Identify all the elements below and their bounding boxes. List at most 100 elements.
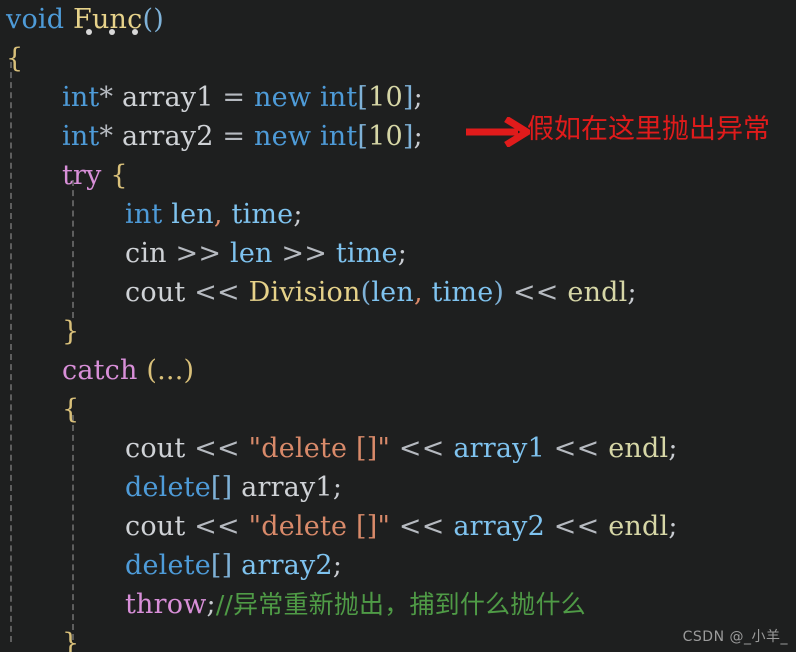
keyword-int: int [125, 199, 163, 230]
identifier-cout: cout [125, 433, 186, 464]
operator-shift-left: << [194, 277, 240, 308]
keyword-void: void [6, 4, 65, 35]
number-10: 10 [368, 121, 403, 152]
identifier-time: time [335, 238, 398, 269]
catch-ellipsis-args: (...) [146, 355, 195, 386]
keyword-delete: delete [125, 550, 211, 581]
identifier-array1: array1 [241, 472, 333, 503]
bracket-close: ] [402, 82, 414, 113]
identifier-endl: endl [608, 511, 669, 542]
code-line-cout-del1[interactable]: cout << "delete []" << array1 << endl; [0, 429, 796, 468]
string-literal-delete: "delete []" [248, 511, 391, 542]
code-line-catch-close[interactable]: } [0, 624, 796, 652]
paren-right: ) [493, 277, 505, 308]
code-line-len-time-decl[interactable]: int len, time; [0, 195, 796, 234]
identifier-array2: array2 [453, 511, 545, 542]
identifier-array2: array2 [241, 550, 333, 581]
keyword-new: new [254, 121, 312, 152]
code-line-cout-division[interactable]: cout << Division(len, time) << endl; [0, 273, 796, 312]
semicolon: ; [332, 472, 343, 503]
operator-star: * [99, 82, 114, 113]
keyword-try: try [62, 160, 102, 191]
code-line-catch-open[interactable]: { [0, 390, 796, 429]
operator-shift-left: << [398, 433, 445, 464]
keyword-int-2: int [319, 82, 358, 113]
brace-open-function: { [6, 43, 24, 74]
identifier-time: time [231, 199, 294, 230]
code-line-delete1[interactable]: delete[] array1; [0, 468, 796, 507]
identifier-array1: array1 [453, 433, 545, 464]
identifier-len: len [171, 199, 214, 230]
semicolon: ; [206, 589, 216, 620]
keyword-catch: catch [62, 355, 138, 386]
code-line-try-open[interactable]: try { [0, 156, 796, 195]
keyword-int: int [62, 121, 100, 152]
code-line-throw-rethrow[interactable]: throw;//异常重新抛出，捕到什么抛什么 [0, 585, 796, 624]
brace-close-catch: } [62, 628, 80, 652]
annotation-text: 假如在这里抛出异常 [527, 114, 770, 145]
identifier-array1: array1 [121, 82, 214, 113]
code-line-try-close[interactable]: } [0, 312, 796, 351]
keyword-throw: throw [125, 589, 207, 620]
semicolon: ; [627, 277, 637, 308]
operator-assign: = [222, 82, 246, 113]
code-line-cout-del2[interactable]: cout << "delete []" << array2 << endl; [0, 507, 796, 546]
operator-shift-left: << [553, 433, 600, 464]
keyword-new: new [254, 82, 312, 113]
identifier-array2: array2 [121, 121, 214, 152]
semicolon: ; [413, 82, 423, 113]
operator-shift-left: << [194, 433, 240, 464]
code-line-cin-read[interactable]: cin >> len >> time; [0, 234, 796, 273]
identifier-cout: cout [125, 277, 186, 308]
identifier-cin: cin [125, 238, 167, 269]
semicolon: ; [413, 121, 423, 152]
semicolon: ; [397, 238, 408, 269]
operator-shift-left: << [398, 511, 445, 542]
empty-brackets: [] [210, 550, 233, 581]
operator-shift-left: << [194, 511, 240, 542]
parens-empty: () [142, 4, 164, 35]
keyword-delete: delete [125, 472, 211, 503]
operator-shift-right: >> [175, 238, 222, 269]
operator-shift-left: << [553, 511, 600, 542]
code-line-open-brace[interactable]: { [0, 39, 796, 78]
keyword-int-2: int [319, 121, 358, 152]
identifier-len: len [371, 277, 414, 308]
identifier-time: time [431, 277, 494, 308]
identifier-cout: cout [125, 511, 186, 542]
code-line-delete2[interactable]: delete[] array2; [0, 546, 796, 585]
paren-left: ( [360, 277, 372, 308]
code-block: void Func() { int* array1 = new int[10];… [0, 0, 796, 652]
brace-close-try: } [62, 316, 80, 347]
operator-shift-right: >> [281, 238, 328, 269]
function-name-division: Division [248, 277, 361, 308]
function-underline-dots-icon [86, 29, 138, 35]
operator-star: * [99, 121, 114, 152]
bracket-open: [ [357, 82, 369, 113]
operator-assign: = [222, 121, 246, 152]
semicolon: ; [293, 199, 303, 230]
identifier-len: len [230, 238, 273, 269]
semicolon: ; [668, 511, 678, 542]
right-arrow-icon [466, 117, 530, 147]
code-line-signature[interactable]: void Func() [0, 0, 796, 39]
comma: , [213, 199, 223, 230]
semicolon: ; [332, 550, 343, 581]
empty-brackets: [] [210, 472, 233, 503]
comma: , [413, 277, 423, 308]
comment-rethrow: //异常重新抛出，捕到什么抛什么 [215, 590, 586, 619]
brace-open-try: { [110, 160, 128, 191]
identifier-endl: endl [567, 277, 628, 308]
string-literal-delete: "delete []" [248, 433, 391, 464]
code-editor-screenshot: void Func() { int* array1 = new int[10];… [0, 0, 796, 652]
bracket-open: [ [357, 121, 369, 152]
identifier-endl: endl [608, 433, 669, 464]
number-10: 10 [368, 82, 403, 113]
semicolon: ; [668, 433, 678, 464]
operator-shift-left: << [512, 277, 559, 308]
csdn-watermark: CSDN @_小羊_ [682, 629, 788, 645]
keyword-int: int [62, 82, 100, 113]
bracket-close: ] [402, 121, 414, 152]
code-line-catch-head[interactable]: catch (...) [0, 351, 796, 390]
